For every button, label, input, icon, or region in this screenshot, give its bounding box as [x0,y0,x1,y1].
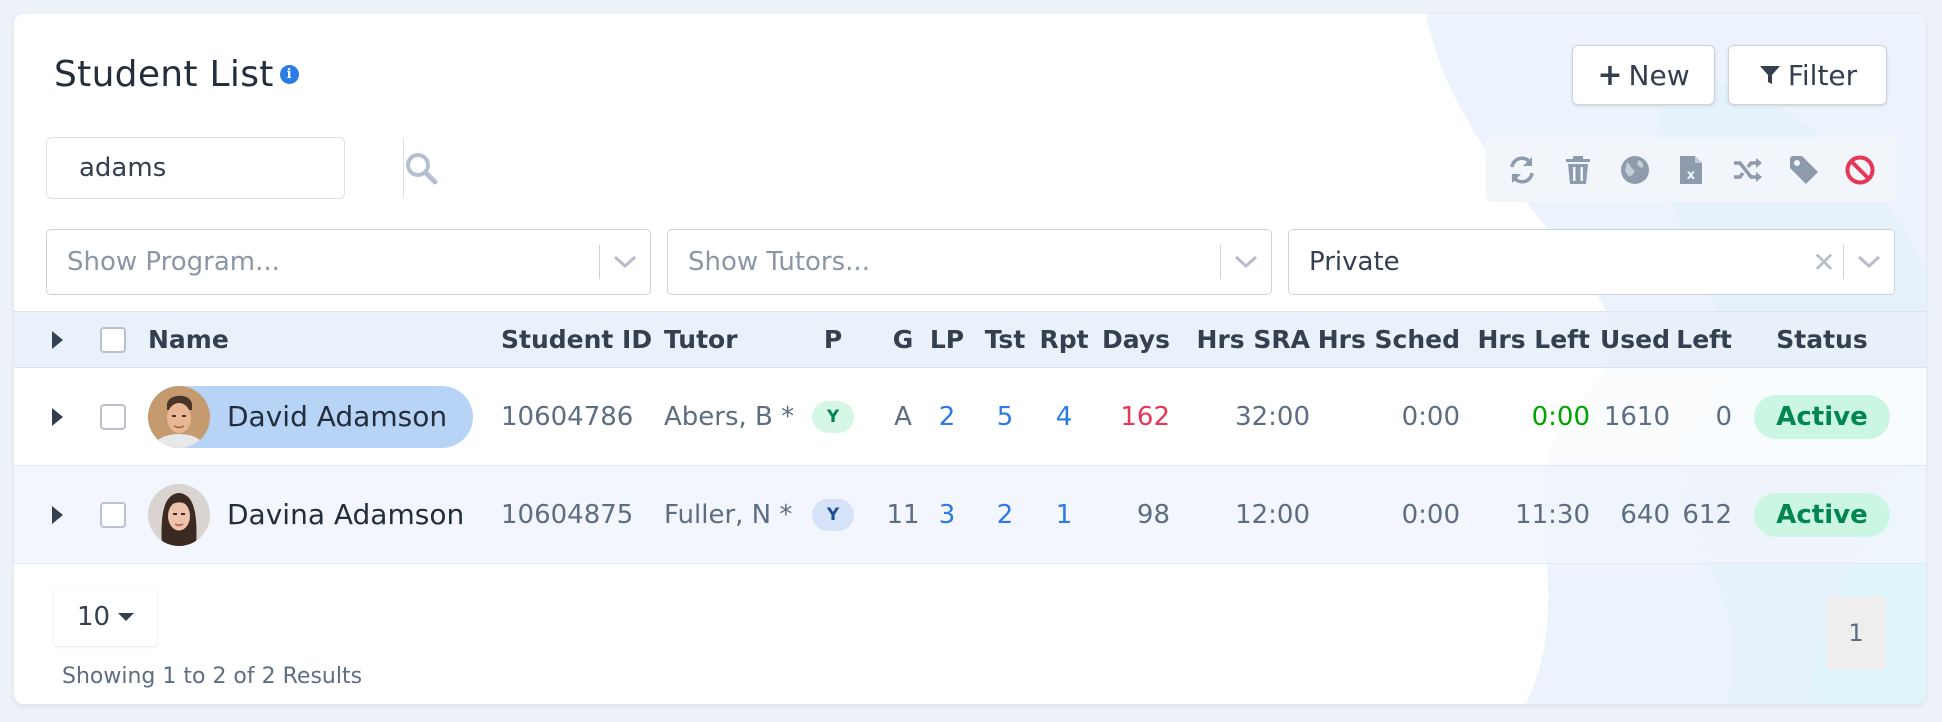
clear-icon[interactable]: ✕ [1805,246,1843,279]
shuffle-icon[interactable] [1727,150,1767,190]
ban-icon[interactable] [1840,150,1880,190]
row-checkbox[interactable] [100,403,126,430]
search-icon [406,153,438,185]
tutor-name: Fuller, N * [664,499,793,530]
student-id: 10604786 [501,401,634,432]
left-value: 0 [1715,401,1732,432]
excel-icon[interactable]: x [1671,150,1711,190]
filter-icon [1759,66,1780,84]
row-expand-toggle[interactable] [52,466,63,563]
svg-text:x: x [1687,168,1696,183]
col-rpt[interactable]: Rpt [1038,312,1090,367]
hrs-sched-value: 0:00 [1401,401,1460,432]
used-value: 1610 [1603,401,1670,432]
col-left[interactable]: Left [1676,312,1732,367]
student-name-link[interactable]: Davina Adamson [148,483,490,546]
p-badge: Y [812,498,854,531]
hrs-sra-value: 32:00 [1235,401,1310,432]
lp-link[interactable]: 3 [927,466,967,563]
search-box [46,137,438,199]
row-expand-toggle[interactable] [52,368,63,465]
tag-icon[interactable] [1784,150,1824,190]
search-input[interactable] [47,138,404,198]
days-value: 98 [1136,499,1170,530]
col-tst[interactable]: Tst [980,312,1030,367]
filter-button[interactable]: Filter [1728,45,1887,105]
grade: 11 [886,499,920,530]
status-badge: Active [1754,492,1890,537]
hrs-left-value: 11:30 [1515,499,1590,530]
program-select[interactable]: Show Program... [46,229,651,295]
col-p[interactable]: P [812,312,854,367]
caret-down-icon [118,613,135,621]
table-header: Name Student ID Tutor P G LP Tst Rpt Day… [14,311,1926,368]
days-value: 162 [1120,401,1170,432]
expand-all-toggle[interactable] [52,312,63,367]
globe-icon[interactable] [1615,150,1655,190]
col-hrs-sched[interactable]: Hrs Sched [1318,312,1460,367]
page-button[interactable]: 1 [1826,596,1886,670]
plus-icon: + [1597,57,1623,93]
info-icon[interactable]: i [279,64,299,84]
grade: A [894,401,912,432]
table-row[interactable]: David Adamson 10604786 Abers, B * Y A 2 … [14,368,1926,466]
results-summary: Showing 1 to 2 of 2 Results [62,664,363,689]
action-toolbar: x [1486,137,1896,202]
col-used[interactable]: Used [1600,312,1670,367]
tst-link[interactable]: 5 [980,368,1030,465]
row-checkbox[interactable] [100,501,126,528]
caret-right-icon [52,505,63,524]
select-all-checkbox[interactable] [100,326,126,353]
tutors-select[interactable]: Show Tutors... [667,229,1272,295]
hrs-sched-value: 0:00 [1401,499,1460,530]
student-name-link[interactable]: David Adamson [148,385,474,448]
caret-right-icon [52,330,63,349]
tst-link[interactable]: 2 [980,466,1030,563]
lp-link[interactable]: 2 [927,368,967,465]
col-name[interactable]: Name [148,312,229,367]
hrs-left-value: 0:00 [1531,401,1590,432]
chevron-down-icon [1221,255,1271,269]
page-title: Student List i [54,54,299,95]
rpt-link[interactable]: 4 [1038,368,1090,465]
status-badge: Active [1754,394,1890,439]
hrs-sra-value: 12:00 [1235,499,1310,530]
col-g[interactable]: G [888,312,918,367]
student-id: 10604875 [501,499,634,530]
new-button[interactable]: + New [1572,45,1715,105]
p-badge: Y [812,400,854,433]
used-value: 640 [1620,499,1670,530]
search-button[interactable] [404,138,438,198]
col-hrs-sra[interactable]: Hrs SRA [1192,312,1310,367]
left-value: 612 [1682,499,1732,530]
caret-right-icon [52,407,63,426]
type-select[interactable]: Private ✕ [1288,229,1895,295]
trash-icon[interactable] [1558,150,1598,190]
col-days[interactable]: Days [1102,312,1170,367]
rpt-link[interactable]: 1 [1038,466,1090,563]
col-status[interactable]: Status [1754,312,1890,367]
chevron-down-icon [1844,255,1894,269]
per-page-select[interactable]: 10 [54,588,157,646]
tutor-name: Abers, B * [664,401,795,432]
col-tutor[interactable]: Tutor [664,312,738,367]
avatar [148,385,210,448]
chevron-down-icon [600,255,650,269]
student-name: David Adamson [227,400,448,433]
col-hrs-left[interactable]: Hrs Left [1474,312,1590,367]
col-lp[interactable]: LP [927,312,967,367]
student-name: Davina Adamson [227,498,465,531]
avatar [148,483,210,546]
table-row[interactable]: Davina Adamson 10604875 Fuller, N * Y 11… [14,466,1926,564]
col-student-id[interactable]: Student ID [501,312,652,367]
student-list-card: Student Listi + New Filter x [14,14,1926,704]
refresh-icon[interactable] [1502,150,1542,190]
